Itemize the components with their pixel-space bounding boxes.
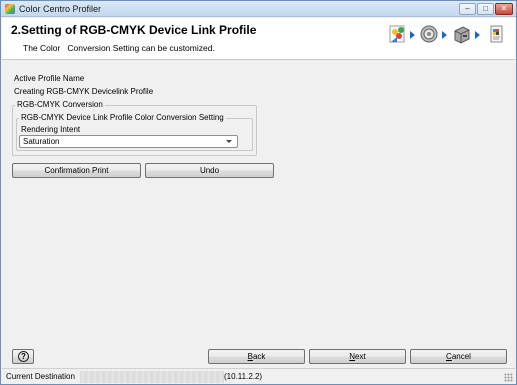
status-bar: Current Destination (10.11.2.2) [2,368,515,384]
window-title: Color Centro Profiler [19,4,102,14]
resize-grip-icon[interactable] [504,373,513,382]
minimize-button[interactable]: – [459,3,476,15]
device-link-setting-legend: RGB-CMYK Device Link Profile Color Conve… [19,113,226,122]
app-window: Color Centro Profiler – □ ✕ 2.Setting of… [0,0,517,385]
active-profile-label: Active Profile Name [14,74,85,83]
gear-icon [420,25,438,43]
current-destination-address: (10.11.2.2) [224,372,263,381]
confirmation-print-button[interactable]: Confirmation Print [12,163,141,178]
chevron-down-icon [226,140,232,143]
next-button[interactable]: Next [309,349,406,364]
rgb-cmyk-conversion-legend: RGB-CMYK Conversion [15,100,105,109]
step-arrow-icon [442,31,447,39]
page-title: 2.Setting of RGB-CMYK Device Link Profil… [11,23,257,37]
current-destination-label: Current Destination [6,372,75,381]
current-destination-host [80,371,224,383]
color-wheel-icon [389,25,405,43]
document-profile-icon [490,25,503,43]
rendering-intent-value: Saturation [23,137,60,146]
help-button[interactable]: ? [12,349,34,364]
help-icon: ? [18,351,29,362]
wizard-header: 2.Setting of RGB-CMYK Device Link Profil… [2,18,515,60]
app-icon [5,4,15,14]
maximize-button[interactable]: □ [477,3,494,15]
next-button-label: ext [355,352,366,361]
close-button[interactable]: ✕ [495,3,513,15]
printer-icon [454,26,470,44]
cancel-button-label: ancel [451,352,471,361]
undo-button[interactable]: Undo [145,163,274,178]
step-arrow-icon [475,31,480,39]
active-profile-name: Creating RGB-CMYK Devicelink Profile [14,87,154,96]
step-arrow-icon [410,31,415,39]
title-bar[interactable]: Color Centro Profiler – □ ✕ [1,1,516,17]
cancel-button[interactable]: Cancel [410,349,507,364]
rendering-intent-select[interactable]: Saturation [19,135,238,148]
wizard-progress [388,22,510,48]
back-button[interactable]: Back [208,349,305,364]
rendering-intent-label: Rendering Intent [21,125,81,134]
page-subtitle: The Color Conversion Setting can be cust… [23,43,215,53]
back-button-label: ack [252,352,266,361]
